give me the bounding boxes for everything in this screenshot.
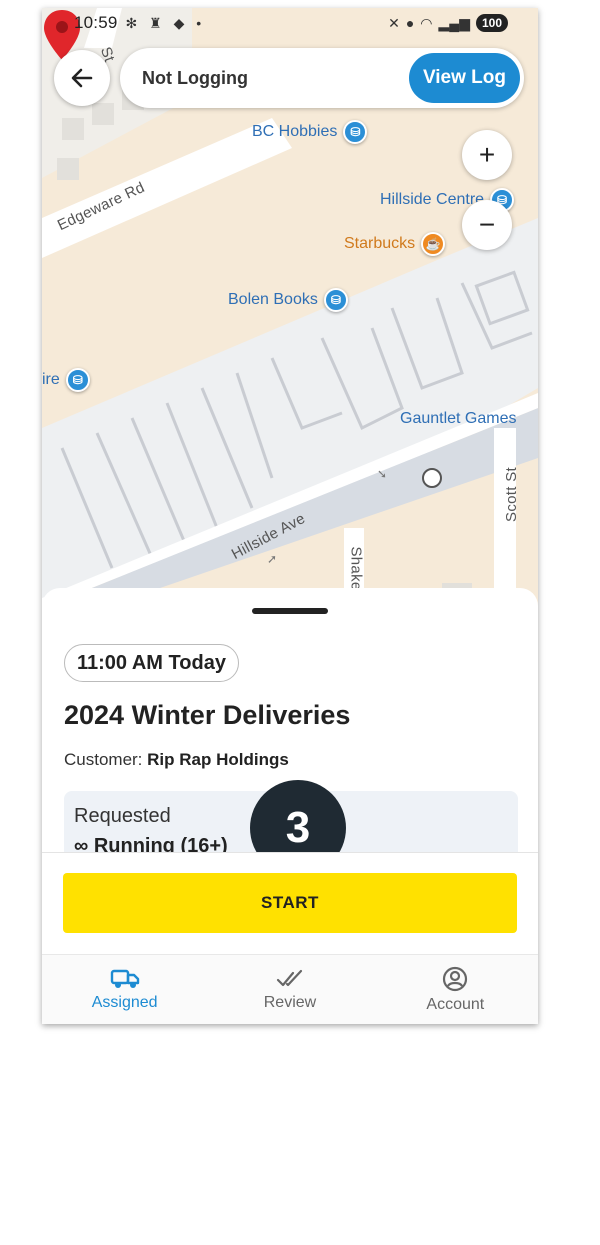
battery-badge: 100 [475, 14, 508, 32]
status-time: 10:59 [74, 13, 118, 32]
mute-icon: ✕ [388, 14, 400, 31]
truck-icon [110, 969, 139, 988]
poi-label: BC Hobbies [252, 123, 338, 140]
shopping-bag-icon: ⛁ [323, 288, 348, 312]
poi-bolen-books[interactable]: Bolen Books ⛁ [228, 288, 348, 312]
notification-icons: ✻ ♜ ◆ • [125, 14, 206, 31]
wifi-icon: ◠ [420, 14, 433, 31]
action-footer: START [42, 852, 538, 954]
coffee-cup-icon: ☕ [421, 232, 446, 256]
svg-text:➘: ➘ [377, 467, 387, 481]
account-icon [443, 966, 468, 991]
poi-label: Gauntlet Games [400, 410, 517, 427]
poi-label: Starbucks [344, 235, 416, 252]
start-button[interactable]: START [63, 873, 517, 933]
nav-item-review[interactable]: Review [207, 955, 372, 1024]
nav-label: Assigned [91, 993, 158, 1011]
signal-icon: ▂▄▆ [438, 14, 470, 31]
phone-screen: ➘ ➚ Edgeware Rd Hillside Ave Scott St Sh… [42, 8, 538, 1024]
poi-gauntlet-games[interactable]: Gauntlet Games [400, 410, 517, 428]
arrow-left-icon [71, 68, 93, 88]
bottom-nav: Assigned Review Account [42, 954, 538, 1024]
customer-line: Customer: Rip Rap Holdings [64, 750, 289, 770]
nav-item-assigned[interactable]: Assigned [42, 955, 207, 1024]
poi-starbucks[interactable]: Starbucks ☕ [344, 232, 446, 256]
svg-text:➚: ➚ [267, 552, 277, 566]
location-icon: ● [405, 15, 415, 31]
job-title: 2024 Winter Deliveries [64, 700, 351, 730]
shopping-bag-icon: ⛁ [65, 368, 90, 392]
double-check-icon [276, 969, 303, 986]
shopping-bag-icon: ⛁ [343, 120, 368, 144]
street-shake: Shake [347, 546, 365, 591]
status-bar: 10:59 ✻ ♜ ◆ • ✕ ● ◠ ▂▄▆ 100 [42, 8, 538, 38]
zoom-in-button[interactable]: + [462, 130, 512, 180]
time-chip: 11:00 AM Today [64, 644, 239, 682]
top-bar: Not Logging View Log [54, 48, 524, 108]
poi-label: ire [42, 371, 60, 388]
requested-label: Requested [74, 805, 171, 827]
nav-label: Account [426, 995, 485, 1013]
poi-ire[interactable]: ire ⛁ [42, 368, 90, 392]
status-right: ✕ ● ◠ ▂▄▆ 100 [388, 14, 508, 32]
view-log-button[interactable]: View Log [408, 53, 520, 103]
customer-value: Rip Rap Holdings [147, 750, 289, 769]
poi-bc-hobbies[interactable]: BC Hobbies ⛁ [252, 120, 368, 144]
poi-label: Bolen Books [228, 291, 318, 308]
street-scott: Scott St [502, 467, 520, 522]
logging-status: Not Logging [142, 67, 248, 88]
logging-status-bar: Not Logging View Log [120, 48, 524, 108]
zoom-out-button[interactable]: − [462, 200, 512, 250]
nav-label: Review [263, 993, 317, 1011]
sheet-drag-handle[interactable] [252, 608, 328, 614]
customer-label: Customer: [64, 750, 143, 769]
nav-item-account[interactable]: Account [373, 955, 538, 1024]
back-button[interactable] [54, 50, 110, 106]
